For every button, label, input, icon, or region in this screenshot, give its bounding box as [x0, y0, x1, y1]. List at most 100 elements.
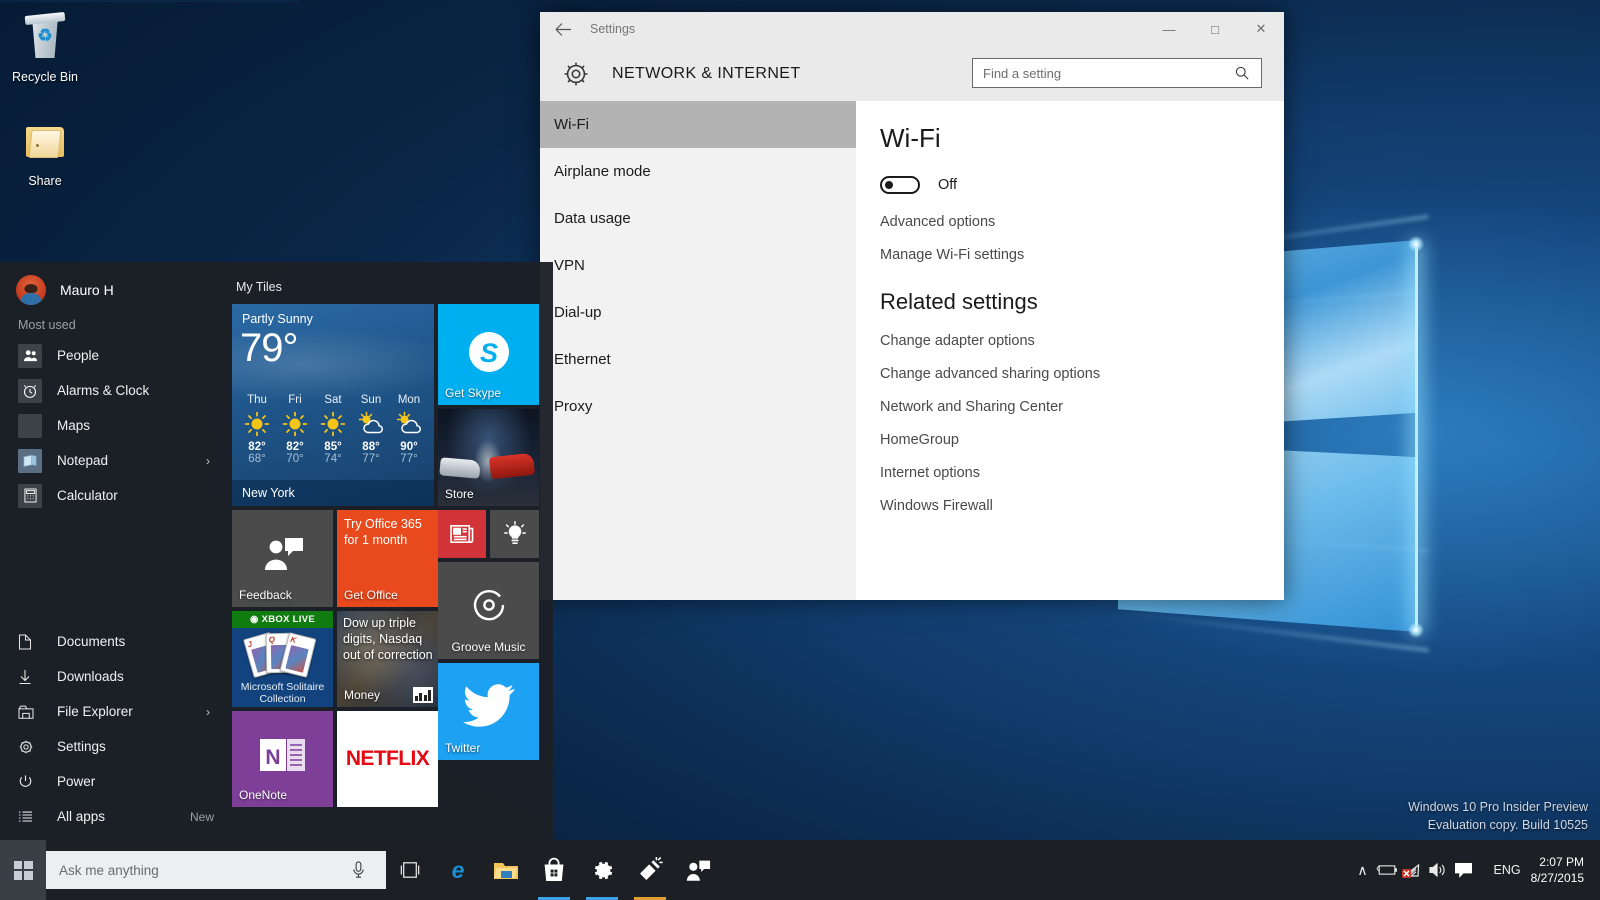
link-change-adapter-options[interactable]: Change adapter options [880, 333, 1284, 349]
app-item-alarms-clock[interactable]: Alarms & Clock [0, 373, 232, 408]
taskbar-button-settings[interactable] [578, 840, 626, 900]
task-view-icon [399, 861, 421, 879]
wallpaper-divider [0, 0, 300, 2]
place-item-label: All apps [57, 809, 105, 824]
action-center-icon[interactable] [1454, 862, 1484, 879]
nav-item-airplane-mode[interactable]: Airplane mode [540, 148, 856, 195]
taskbar[interactable]: e [0, 840, 1600, 900]
window-controls[interactable]: — □ ✕ [1146, 12, 1284, 46]
tile-weather[interactable]: Partly Sunny 79° Thu 82° 68° Fri [232, 304, 434, 506]
settings-nav[interactable]: Wi-Fi Airplane mode Data usage VPN Dial-… [540, 101, 856, 600]
tile-store[interactable]: Store [438, 409, 539, 506]
tile-onenote[interactable]: N OneNote [232, 711, 333, 807]
network-error-icon[interactable] [1402, 862, 1428, 878]
app-item-calculator[interactable]: Calculator [0, 478, 232, 513]
calculator-icon [18, 484, 42, 508]
taskbar-button-file-explorer[interactable] [482, 840, 530, 900]
forecast-high: 82° [276, 441, 314, 453]
place-item-documents[interactable]: Documents [0, 624, 232, 659]
forecast-low: 70° [276, 453, 314, 465]
place-item-settings[interactable]: Settings [0, 729, 232, 764]
volume-icon[interactable] [1428, 862, 1454, 878]
app-item-notepad[interactable]: Notepad › [0, 443, 232, 478]
back-arrow-icon[interactable] [540, 12, 586, 46]
tile-twitter[interactable]: Twitter [438, 663, 539, 760]
tile-money[interactable]: Dow up triple digits, Nasdaq out of corr… [337, 611, 438, 707]
desktop-icon-share[interactable]: Share [0, 118, 90, 189]
link-advanced-options[interactable]: Advanced options [880, 214, 1284, 230]
link-internet-options[interactable]: Internet options [880, 465, 1284, 481]
battery-icon[interactable] [1376, 863, 1402, 877]
tile-news[interactable] [438, 510, 486, 558]
gear-icon [18, 739, 40, 755]
link-manage-wifi-settings[interactable]: Manage Wi-Fi settings [880, 247, 1284, 263]
window-titlebar[interactable]: Settings — □ ✕ [540, 12, 1284, 46]
clock-icon [18, 379, 42, 403]
tile-get-skype[interactable]: S Get Skype [438, 304, 539, 405]
minimize-button[interactable]: — [1146, 12, 1192, 46]
microphone-icon[interactable] [352, 861, 386, 879]
start-menu[interactable]: Mauro H Most used People Alarms & Clock [0, 262, 553, 840]
place-item-downloads[interactable]: Downloads [0, 659, 232, 694]
wifi-toggle-row[interactable]: Off [880, 176, 1284, 194]
search-input[interactable] [973, 66, 1235, 81]
desktop-icon-label: Recycle Bin [12, 70, 78, 84]
user-account-row[interactable]: Mauro H [0, 262, 232, 318]
taskbar-button-feedback[interactable] [674, 840, 722, 900]
user-name-label: Mauro H [60, 282, 114, 298]
feedback-icon [261, 536, 305, 572]
wifi-toggle[interactable] [880, 176, 920, 194]
tile-label: Twitter [445, 741, 480, 755]
watermark-line-2: Evaluation copy. Build 10525 [1408, 816, 1588, 834]
nav-item-wifi[interactable]: Wi-Fi [540, 101, 856, 148]
tile-tips[interactable] [490, 510, 539, 558]
tile-microsoft-solitaire-collection[interactable]: ◉ XBOX LIVE J Q K Microsoft Solitaire Co… [232, 611, 333, 707]
settings-window[interactable]: Settings — □ ✕ NETWORK & INTERNET [540, 12, 1284, 600]
desktop-icon-recycle-bin[interactable]: ♻ Recycle Bin [0, 14, 90, 85]
link-network-and-sharing-center[interactable]: Network and Sharing Center [880, 399, 1284, 415]
tile-feedback[interactable]: Feedback [232, 510, 333, 607]
forecast-high: 88° [352, 441, 390, 453]
tile-label: Feedback [239, 588, 292, 602]
nav-item-proxy[interactable]: Proxy [540, 383, 856, 430]
forecast-high: 82° [238, 441, 276, 453]
app-item-people[interactable]: People [0, 338, 232, 373]
forecast-day: Fri 82° 70° [276, 394, 314, 465]
chevron-right-icon[interactable]: › [206, 705, 210, 719]
nav-item-dial-up[interactable]: Dial-up [540, 289, 856, 336]
cortana-search-box[interactable] [46, 851, 386, 889]
window-title: Settings [590, 22, 635, 36]
place-item-all-apps[interactable]: All apps New [0, 799, 232, 834]
place-item-power[interactable]: Power [0, 764, 232, 799]
system-tray[interactable]: ∧ ENG 2: [1350, 840, 1600, 900]
close-button[interactable]: ✕ [1238, 12, 1284, 46]
tile-netflix[interactable]: NETFLIX [337, 711, 438, 807]
link-change-advanced-sharing-options[interactable]: Change advanced sharing options [880, 366, 1284, 382]
tile-groove-music[interactable]: Groove Music [438, 562, 539, 659]
tile-group-label[interactable]: My Tiles [232, 280, 553, 294]
place-item-file-explorer[interactable]: File Explorer › [0, 694, 232, 729]
nav-item-vpn[interactable]: VPN [540, 242, 856, 289]
tile-get-office[interactable]: Try Office 365 for 1 month Get Office [337, 510, 438, 607]
maximize-button[interactable]: □ [1192, 12, 1238, 46]
language-indicator[interactable]: ENG [1484, 863, 1531, 877]
settings-search[interactable] [972, 58, 1262, 88]
chevron-right-icon[interactable]: › [206, 454, 210, 468]
clock[interactable]: 2:07 PM 8/27/2015 [1531, 854, 1592, 886]
taskbar-button-edge[interactable]: e [434, 840, 482, 900]
forecast-low: 77° [352, 453, 390, 465]
tile-label: OneNote [239, 788, 287, 802]
taskbar-button-store[interactable] [530, 840, 578, 900]
search-icon[interactable] [1235, 66, 1261, 80]
link-homegroup[interactable]: HomeGroup [880, 432, 1284, 448]
app-item-maps[interactable]: Maps [0, 408, 232, 443]
taskbar-button-insider-hub[interactable] [626, 840, 674, 900]
link-windows-firewall[interactable]: Windows Firewall [880, 498, 1284, 514]
task-view-button[interactable] [386, 840, 434, 900]
nav-item-data-usage[interactable]: Data usage [540, 195, 856, 242]
search-input[interactable] [46, 863, 352, 878]
start-button[interactable] [0, 840, 46, 900]
avatar[interactable] [16, 275, 46, 305]
nav-item-ethernet[interactable]: Ethernet [540, 336, 856, 383]
chevron-up-icon[interactable]: ∧ [1350, 862, 1376, 879]
